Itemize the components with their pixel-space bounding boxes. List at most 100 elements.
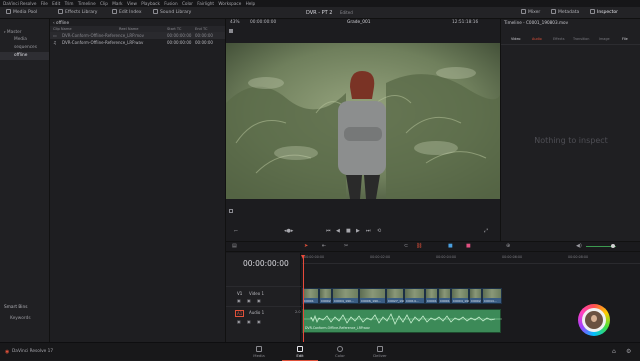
timeline-ruler[interactable]: 00:00:00:00 00:00:02:00 00:00:04:00 00:0… <box>302 253 640 264</box>
lock-icon[interactable]: ▣ <box>237 319 241 324</box>
page-deliver[interactable]: Deliver <box>362 343 398 361</box>
menu-item[interactable]: Mark <box>112 0 122 7</box>
menu-item[interactable]: File <box>41 0 48 7</box>
viewer-transport: ⌐ ◂●▸ ⏮ ◀ ■ ▶ ⏭ ⟲ ⤢ <box>226 224 500 241</box>
last-frame-icon[interactable]: ⏭ <box>366 228 371 234</box>
ruler-label: 00:00:08:00 <box>568 255 589 259</box>
tab-video[interactable]: Video <box>511 37 521 41</box>
menu-item[interactable]: View <box>127 0 137 7</box>
bin-media[interactable]: Media <box>0 36 49 44</box>
page-color[interactable]: Color <box>322 343 358 361</box>
video-clip[interactable]: C0001 <box>438 288 451 304</box>
menu-item[interactable]: Fusion <box>164 0 177 7</box>
page-edit[interactable]: Edit <box>282 343 318 361</box>
edit-index-button[interactable]: Edit Index <box>112 7 142 19</box>
bookmark-icon[interactable] <box>229 29 233 33</box>
eye-icon[interactable]: ▣ <box>257 298 261 303</box>
sound-library-label: Sound Library <box>160 10 192 15</box>
crop-icon[interactable]: ⌐ <box>234 228 238 234</box>
video-clip[interactable]: C0014... <box>404 288 425 304</box>
track-id[interactable]: A1 <box>235 310 245 317</box>
video-clip[interactable]: C0006_190... <box>359 288 386 304</box>
zoom-level[interactable]: 43% <box>230 19 240 27</box>
page-media[interactable]: Media <box>241 343 277 361</box>
inspector-button[interactable]: Inspector <box>590 7 618 19</box>
video-clip[interactable]: C0002 <box>319 288 332 304</box>
effects-library-button[interactable]: Effects Library <box>58 7 97 19</box>
trim-icon[interactable] <box>229 209 233 213</box>
video-clip[interactable]: C0001 <box>425 288 438 304</box>
tab-file[interactable]: File <box>622 37 628 41</box>
loop-icon[interactable]: ⟲ <box>377 228 381 234</box>
video-clip[interactable]: C0004_190... <box>332 288 359 304</box>
menu-item[interactable]: Help <box>246 0 256 7</box>
volume-slider-knob[interactable] <box>611 244 615 248</box>
effects-library-label: Effects Library <box>65 10 98 15</box>
video-clip[interactable]: C0002 <box>469 288 482 304</box>
selection-tool-icon[interactable]: ➤ <box>304 243 308 249</box>
bin-offline[interactable]: offline <box>0 52 49 60</box>
trim-tool-icon[interactable]: ⇤ <box>322 243 326 249</box>
blade-tool-icon[interactable]: ✂ <box>344 243 348 249</box>
clip-row[interactable]: ♫ DVR-Conform-Offline-Reference_LRP.wav … <box>50 39 225 46</box>
home-icon[interactable]: ⌂ <box>612 348 616 355</box>
page-label: Color <box>335 353 345 358</box>
gear-icon[interactable]: ⚙ <box>626 348 631 355</box>
tab-transition[interactable]: Transition <box>573 37 589 41</box>
play-icon[interactable]: ▶ <box>356 228 360 234</box>
viewer-header: 43% 00:00:00:00 Grade_001 12:51:18:16 <box>226 19 500 27</box>
video-clip[interactable]: C0004_190... <box>451 288 469 304</box>
playhead-line[interactable] <box>303 256 304 342</box>
menu-item[interactable]: Fairlight <box>197 0 214 7</box>
mute-icon[interactable]: ▣ <box>257 319 261 324</box>
sound-library-button[interactable]: Sound Library <box>153 7 191 19</box>
menu-item[interactable]: Playback <box>141 0 160 7</box>
lock-icon[interactable]: ▣ <box>237 298 241 303</box>
menu-item[interactable]: Color <box>182 0 193 7</box>
media-pool-label: Media Pool <box>13 10 38 15</box>
metadata-button[interactable]: Metadata <box>551 7 579 19</box>
menu-item[interactable]: Workspace <box>218 0 241 7</box>
jog-wheel-icon[interactable]: ◂●▸ <box>284 228 293 234</box>
chevron-left-icon[interactable]: ‹ <box>53 20 55 25</box>
bin-master[interactable]: ▾ Master <box>0 28 49 36</box>
avatar-face <box>591 315 597 322</box>
menu-item[interactable]: DaVinci Resolve <box>3 0 36 7</box>
menu-item[interactable]: Trim <box>65 0 74 7</box>
media-pool-button[interactable]: Media Pool <box>6 7 37 19</box>
first-frame-icon[interactable]: ⏮ <box>326 228 331 234</box>
menu-item[interactable]: Timeline <box>78 0 96 7</box>
list-icon <box>112 9 117 14</box>
marker-icon[interactable]: ■ <box>466 243 471 249</box>
play-reverse-icon[interactable]: ◀ <box>336 228 340 234</box>
mixer-button[interactable]: Mixer <box>521 7 540 19</box>
tab-image[interactable]: Image <box>599 37 610 41</box>
snap-icon[interactable]: ⊂ <box>404 243 408 249</box>
video-frame <box>226 43 500 199</box>
speaker-icon[interactable]: ◀) <box>576 243 582 249</box>
video-clip[interactable]: C0001 <box>302 288 319 304</box>
menu-item[interactable]: Edit <box>52 0 60 7</box>
ruler-label: 00:00:06:00 <box>502 255 523 259</box>
video-frame-image <box>226 43 500 199</box>
video-clip[interactable]: C0044... <box>482 288 502 304</box>
video-clip[interactable]: C0027_190... <box>386 288 404 304</box>
clip-row[interactable]: ▭ DVR-Conform-Offline-Reference_LRP.mov … <box>50 32 225 39</box>
menu-item[interactable]: Clip <box>100 0 108 7</box>
smart-bin-keywords[interactable]: Keywords <box>0 315 31 323</box>
tab-audio[interactable]: Audio <box>532 37 542 41</box>
link-icon[interactable]: ⛓ <box>416 243 422 249</box>
solo-icon[interactable]: ▣ <box>247 319 251 324</box>
layout-icon[interactable]: ▤ <box>232 243 237 249</box>
track-name: Audio 1 <box>249 310 265 315</box>
bin-sequences[interactable]: sequences <box>0 44 49 52</box>
stop-icon[interactable]: ■ <box>346 228 351 234</box>
auto-select-icon[interactable]: ▣ <box>247 298 251 303</box>
audio-clip[interactable]: DVR-Conform-Offline-Reference_LRP.wav <box>302 309 502 333</box>
fullscreen-icon[interactable]: ⤢ <box>484 228 488 234</box>
flag-icon[interactable]: ■ <box>448 243 453 249</box>
color-wheel-badge[interactable] <box>578 304 610 336</box>
tab-effects[interactable]: Effects <box>553 37 565 41</box>
zoom-icon[interactable]: ⊕ <box>506 243 510 249</box>
deliver-page-icon <box>377 346 383 352</box>
